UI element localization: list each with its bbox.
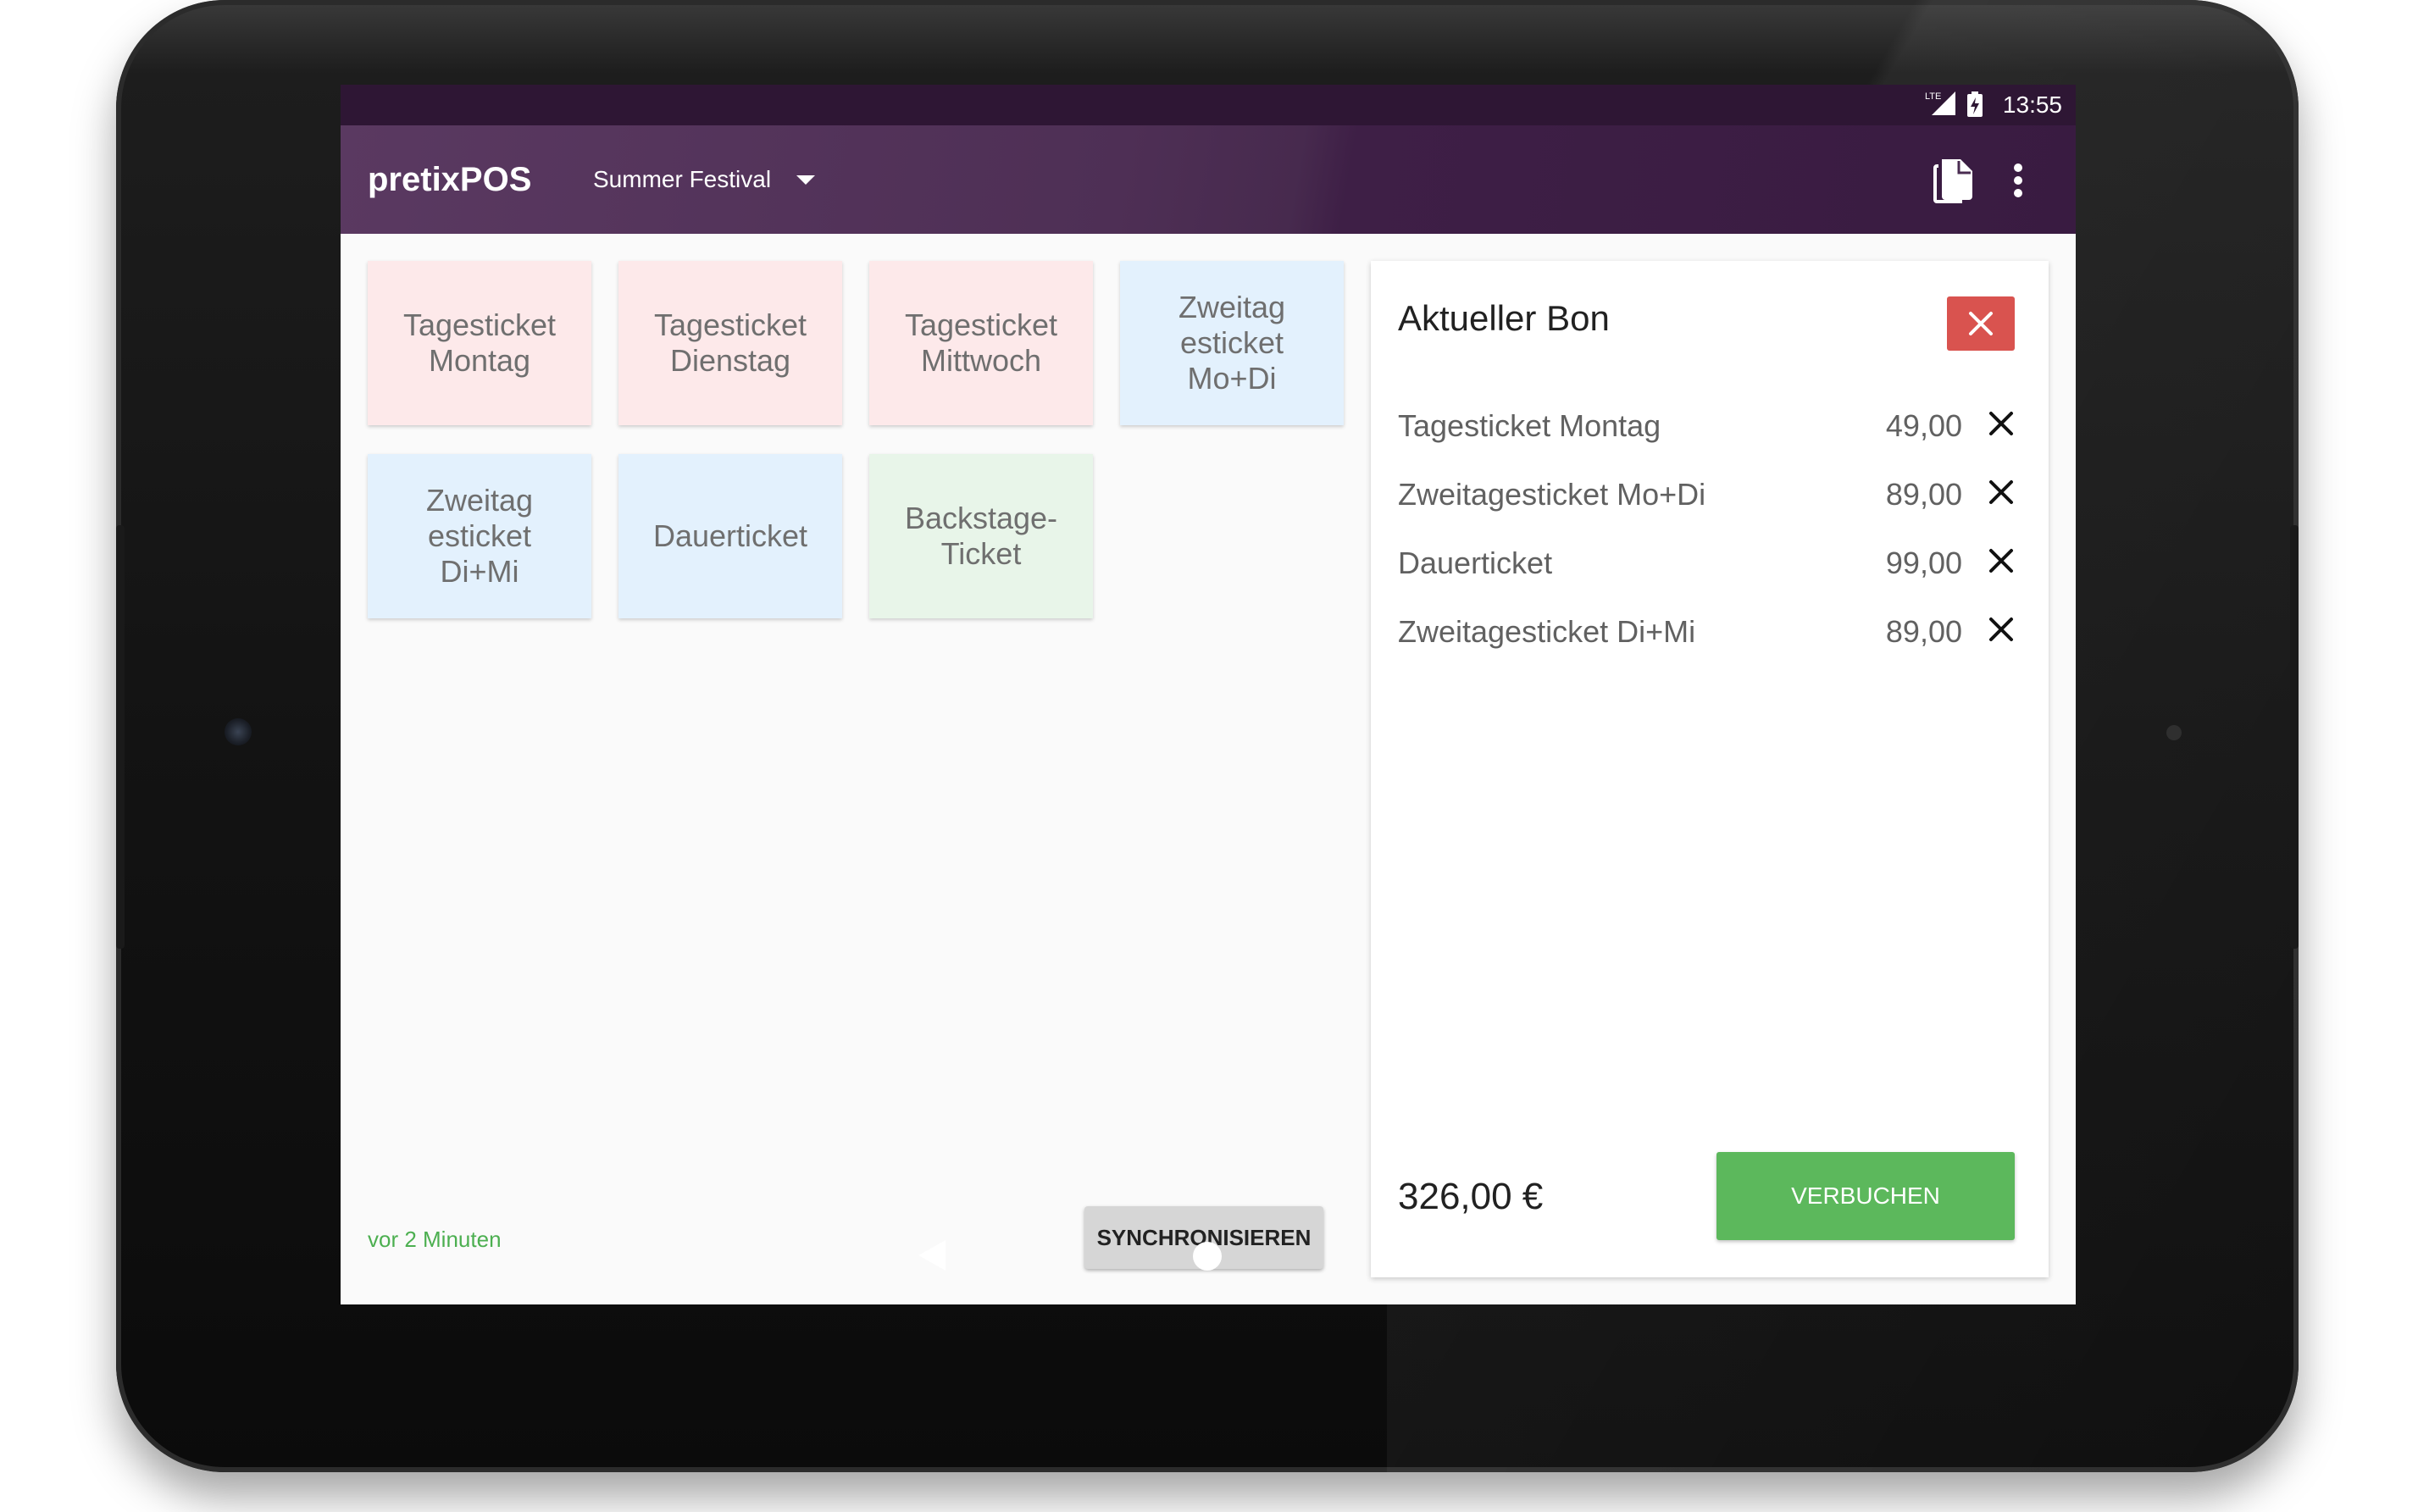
product-tile-backstage-ticket[interactable]: Backstage- Ticket	[869, 454, 1093, 618]
receipt-title: Aktueller Bon	[1398, 298, 1610, 338]
receipt-card: Aktueller Bon Tagesticket Montag 49,00 Z…	[1371, 261, 2049, 1277]
line-item-name: Tagesticket Montag	[1398, 408, 1661, 443]
line-item-price: 99,00	[1885, 546, 1962, 580]
app-bar: pretixPOS Summer Festival	[341, 125, 2076, 234]
receipt-line-item: Zweitagesticket Di+Mi 89,00	[1398, 606, 2016, 656]
product-label: Tagesticket Montag	[402, 307, 557, 378]
receipt-total: 326,00 €	[1398, 1176, 1544, 1217]
document-icon[interactable]	[1933, 159, 1972, 203]
remove-item-icon[interactable]	[1986, 614, 2016, 645]
navigation-bar	[341, 1220, 2076, 1301]
remove-item-icon[interactable]	[1986, 477, 2016, 507]
line-item-price: 89,00	[1885, 614, 1962, 649]
tablet-screen: LTE 13:55 pretixPOS Summer Festival Tage…	[341, 85, 2076, 1304]
front-camera	[225, 718, 252, 745]
more-vert-icon[interactable]	[2013, 163, 2023, 198]
lte-signal-icon: LTE	[1925, 91, 1955, 115]
line-item-price: 49,00	[1885, 408, 1962, 443]
product-tile-dauerticket[interactable]: Dauerticket	[618, 454, 842, 618]
event-selector[interactable]: Summer Festival	[593, 166, 816, 193]
battery-charging-icon	[1967, 91, 1983, 117]
remove-item-icon[interactable]	[1986, 408, 2016, 439]
product-tile-tagesticket-montag[interactable]: Tagesticket Montag	[368, 261, 591, 425]
product-label: Backstage- Ticket	[904, 501, 1058, 571]
product-label: Zweitag esticket Mo+Di	[1178, 290, 1286, 396]
product-label: Dauerticket	[652, 518, 808, 553]
line-item-name: Zweitagesticket Di+Mi	[1398, 614, 1696, 649]
side-button	[2290, 525, 2299, 949]
remove-item-icon[interactable]	[1986, 546, 2016, 576]
receipt-line-item: Tagesticket Montag 49,00	[1398, 400, 2016, 451]
product-tile-zweitagesticket-mo-di[interactable]: Zweitag esticket Mo+Di	[1120, 261, 1344, 425]
product-tile-zweitagesticket-di-mi[interactable]: Zweitag esticket Di+Mi	[368, 454, 591, 618]
event-name: Summer Festival	[593, 166, 772, 192]
chevron-down-icon	[796, 174, 816, 185]
status-bar: LTE 13:55	[341, 85, 2076, 125]
product-label: Zweitag esticket Di+Mi	[425, 483, 534, 589]
close-icon	[1969, 312, 1993, 335]
receipt-line-item: Zweitagesticket Mo+Di 89,00	[1398, 468, 2016, 519]
product-label: Tagesticket Mittwoch	[904, 307, 1058, 378]
line-item-name: Dauerticket	[1398, 546, 1553, 580]
product-tile-tagesticket-dienstag[interactable]: Tagesticket Dienstag	[618, 261, 842, 425]
svg-text:LTE: LTE	[1925, 91, 1941, 102]
back-icon[interactable]	[918, 1240, 946, 1271]
recents-icon[interactable]	[1467, 1243, 1493, 1269]
product-label: Tagesticket Dienstag	[653, 307, 807, 378]
home-icon[interactable]	[1193, 1242, 1222, 1271]
status-time: 13:55	[2002, 91, 2062, 118]
light-sensor	[2166, 725, 2182, 740]
receipt-line-item: Dauerticket 99,00	[1398, 537, 2016, 588]
line-item-price: 89,00	[1885, 477, 1962, 512]
side-button	[116, 525, 125, 949]
product-tile-tagesticket-mittwoch[interactable]: Tagesticket Mittwoch	[869, 261, 1093, 425]
line-item-name: Zweitagesticket Mo+Di	[1398, 477, 1706, 512]
app-title: pretixPOS	[368, 161, 532, 198]
clear-receipt-button[interactable]	[1947, 296, 2015, 351]
